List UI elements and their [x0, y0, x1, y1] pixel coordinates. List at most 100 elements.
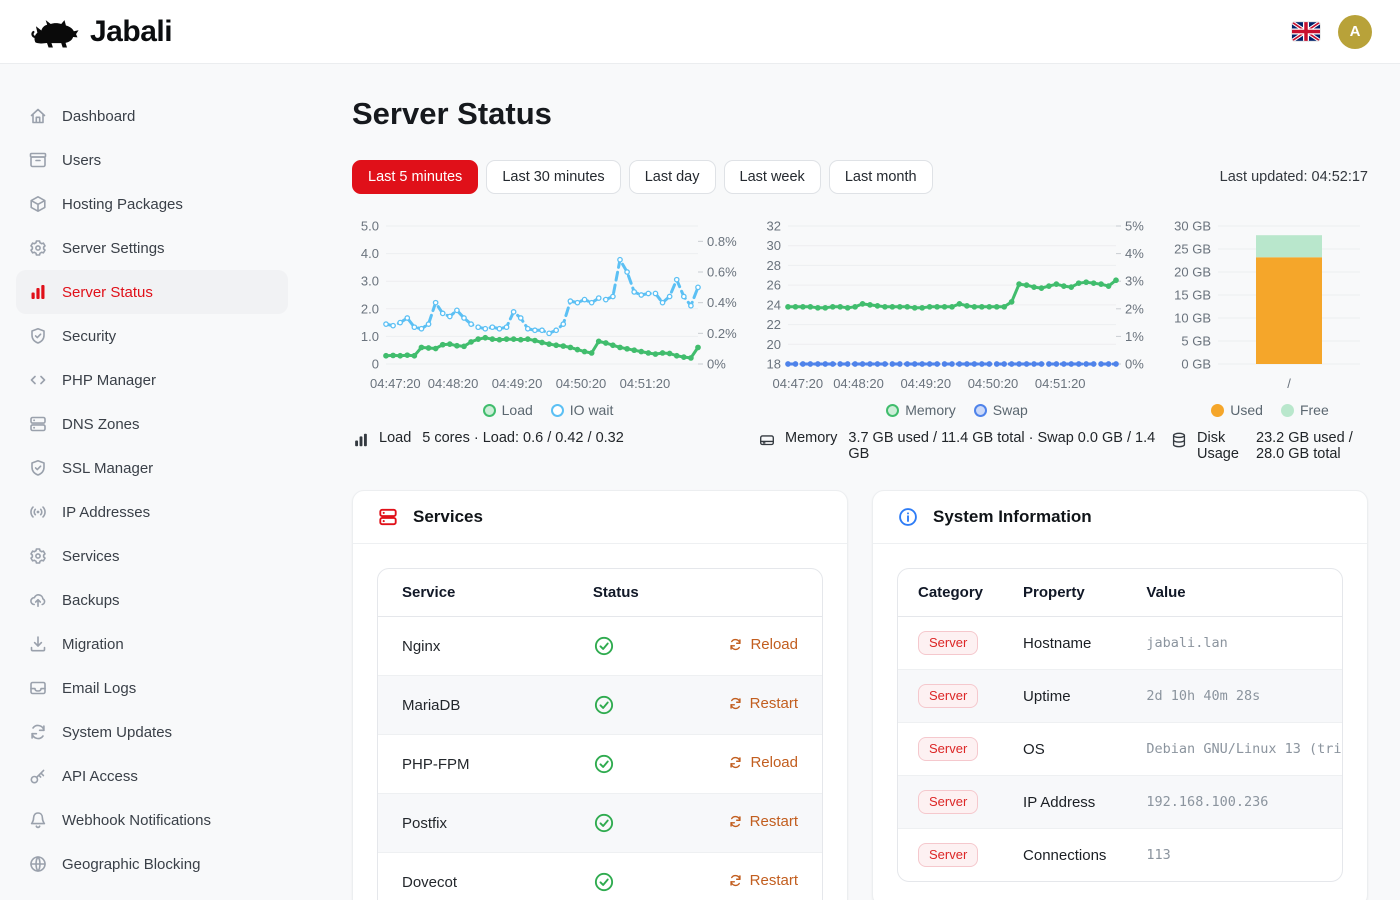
sidebar-item-geographic-blocking[interactable]: Geographic Blocking	[16, 842, 288, 886]
legend-item: IO wait	[551, 402, 614, 418]
svg-text:04:48:20: 04:48:20	[833, 376, 884, 391]
legend-label: IO wait	[570, 402, 614, 418]
svg-text:0.6%: 0.6%	[707, 265, 737, 280]
svg-text:4%: 4%	[1125, 246, 1144, 261]
main-content: Server Status Last 5 minutesLast 30 minu…	[304, 64, 1400, 900]
svg-text:20 GB: 20 GB	[1174, 265, 1211, 280]
service-action-restart-button[interactable]: Restart	[728, 872, 798, 889]
page-title: Server Status	[352, 96, 1368, 132]
status-ok-icon	[593, 694, 615, 716]
sidebar-item-webhook-notifications[interactable]: Webhook Notifications	[16, 798, 288, 842]
action-label: Reload	[750, 754, 798, 771]
sidebar-item-dns-zones[interactable]: DNS Zones	[16, 402, 288, 446]
legend-item: Swap	[974, 402, 1028, 418]
column-header: Status	[569, 569, 689, 617]
sidebar-item-server-status[interactable]: Server Status	[16, 270, 288, 314]
svg-text:1%: 1%	[1125, 329, 1144, 344]
stat-value: 23.2 GB used / 28.0 GB total	[1256, 430, 1370, 462]
legend-label: Free	[1300, 402, 1329, 418]
system-row-hostname: ServerHostnamejabali.lan	[898, 617, 1343, 670]
filter-last-day[interactable]: Last day	[629, 160, 716, 194]
system-row-uptime: ServerUptime2d 10h 40m 28s	[898, 670, 1343, 723]
svg-text:32: 32	[767, 219, 781, 234]
server-stack-icon	[377, 506, 399, 528]
service-action-reload-button[interactable]: Reload	[728, 636, 798, 653]
sidebar-item-label: DNS Zones	[62, 416, 140, 433]
status-ok-icon	[593, 812, 615, 834]
system-information-card: System Information CategoryPropertyValue…	[872, 490, 1368, 900]
sidebar-item-dashboard[interactable]: Dashboard	[16, 94, 288, 138]
svg-text:5.0: 5.0	[361, 219, 379, 234]
sidebar-item-label: PHP Manager	[62, 372, 156, 389]
column-header: Value	[1126, 569, 1343, 617]
sidebar-item-label: Server Settings	[62, 240, 165, 257]
service-action-reload-button[interactable]: Reload	[728, 754, 798, 771]
database-icon	[1170, 431, 1188, 449]
info-icon	[897, 506, 919, 528]
property-value: jabali.lan	[1146, 635, 1343, 651]
services-card-header: Services	[353, 491, 847, 544]
sidebar-item-security[interactable]: Security	[16, 314, 288, 358]
filter-last-30-minutes[interactable]: Last 30 minutes	[486, 160, 620, 194]
chart-legend-disk: UsedFree	[1170, 402, 1370, 418]
action-label: Restart	[750, 695, 798, 712]
filter-last-5-minutes[interactable]: Last 5 minutes	[352, 160, 478, 194]
chart-legend-memory: Memory Swap	[758, 402, 1156, 418]
sidebar-item-server-settings[interactable]: Server Settings	[16, 226, 288, 270]
archive-icon	[28, 150, 48, 170]
svg-text:2%: 2%	[1125, 301, 1144, 316]
system-card-title: System Information	[933, 507, 1092, 527]
svg-text:0 GB: 0 GB	[1181, 357, 1211, 372]
brand-title: Jabali	[90, 15, 172, 49]
sidebar-item-email-logs[interactable]: Email Logs	[16, 666, 288, 710]
sidebar-item-ssl-manager[interactable]: SSL Manager	[16, 446, 288, 490]
service-name: Postfix	[378, 794, 569, 853]
sidebar-item-services[interactable]: Services	[16, 534, 288, 578]
refresh-icon	[728, 873, 743, 888]
chart-disk: 0 GB5 GB10 GB15 GB20 GB25 GB30 GB/	[1170, 216, 1370, 396]
language-flag-uk-icon[interactable]	[1292, 22, 1320, 41]
legend-label: Swap	[993, 402, 1028, 418]
category-badge: Server	[918, 631, 978, 655]
avatar[interactable]: A	[1338, 15, 1372, 49]
sidebar-item-label: Email Logs	[62, 680, 136, 697]
sidebar-item-label: Webhook Notifications	[62, 812, 211, 829]
chart-column-disk: 0 GB5 GB10 GB15 GB20 GB25 GB30 GB/UsedFr…	[1170, 216, 1370, 462]
gear-icon	[28, 238, 48, 258]
code-icon	[28, 370, 48, 390]
service-name: PHP-FPM	[378, 735, 569, 794]
hard-drive-icon	[758, 431, 776, 449]
category-badge: Server	[918, 737, 978, 761]
svg-text:1.0: 1.0	[361, 329, 379, 344]
category-badge: Server	[918, 684, 978, 708]
svg-text:04:50:20: 04:50:20	[968, 376, 1019, 391]
chart-column-memory: 18202224262830320%1%2%3%4%5%04:47:2004:4…	[758, 216, 1156, 462]
legend-label: Load	[502, 402, 533, 418]
service-name: Nginx	[378, 617, 569, 676]
column-header: Property	[1003, 569, 1126, 617]
sidebar-item-backups[interactable]: Backups	[16, 578, 288, 622]
sidebar-item-api-access[interactable]: API Access	[16, 754, 288, 798]
property-value: 2d 10h 40m 28s	[1146, 688, 1343, 704]
navbar-right: A	[1292, 15, 1372, 49]
svg-text:10 GB: 10 GB	[1174, 311, 1211, 326]
column-header: Category	[898, 569, 1003, 617]
service-status	[569, 676, 689, 735]
svg-text:22: 22	[767, 317, 781, 332]
category-badge: Server	[918, 790, 978, 814]
sidebar-item-system-updates[interactable]: System Updates	[16, 710, 288, 754]
filter-last-week[interactable]: Last week	[724, 160, 821, 194]
sidebar-item-ip-addresses[interactable]: IP Addresses	[16, 490, 288, 534]
sidebar-item-migration[interactable]: Migration	[16, 622, 288, 666]
service-status	[569, 853, 689, 900]
sidebar-item-hosting-packages[interactable]: Hosting Packages	[16, 182, 288, 226]
sidebar-item-php-manager[interactable]: PHP Manager	[16, 358, 288, 402]
service-action-restart-button[interactable]: Restart	[728, 695, 798, 712]
svg-text:20: 20	[767, 337, 781, 352]
service-action-restart-button[interactable]: Restart	[728, 813, 798, 830]
svg-text:0.4%: 0.4%	[707, 295, 737, 310]
legend-item: Memory	[886, 402, 956, 418]
filter-last-month[interactable]: Last month	[829, 160, 933, 194]
svg-text:25 GB: 25 GB	[1174, 242, 1211, 257]
sidebar-item-users[interactable]: Users	[16, 138, 288, 182]
